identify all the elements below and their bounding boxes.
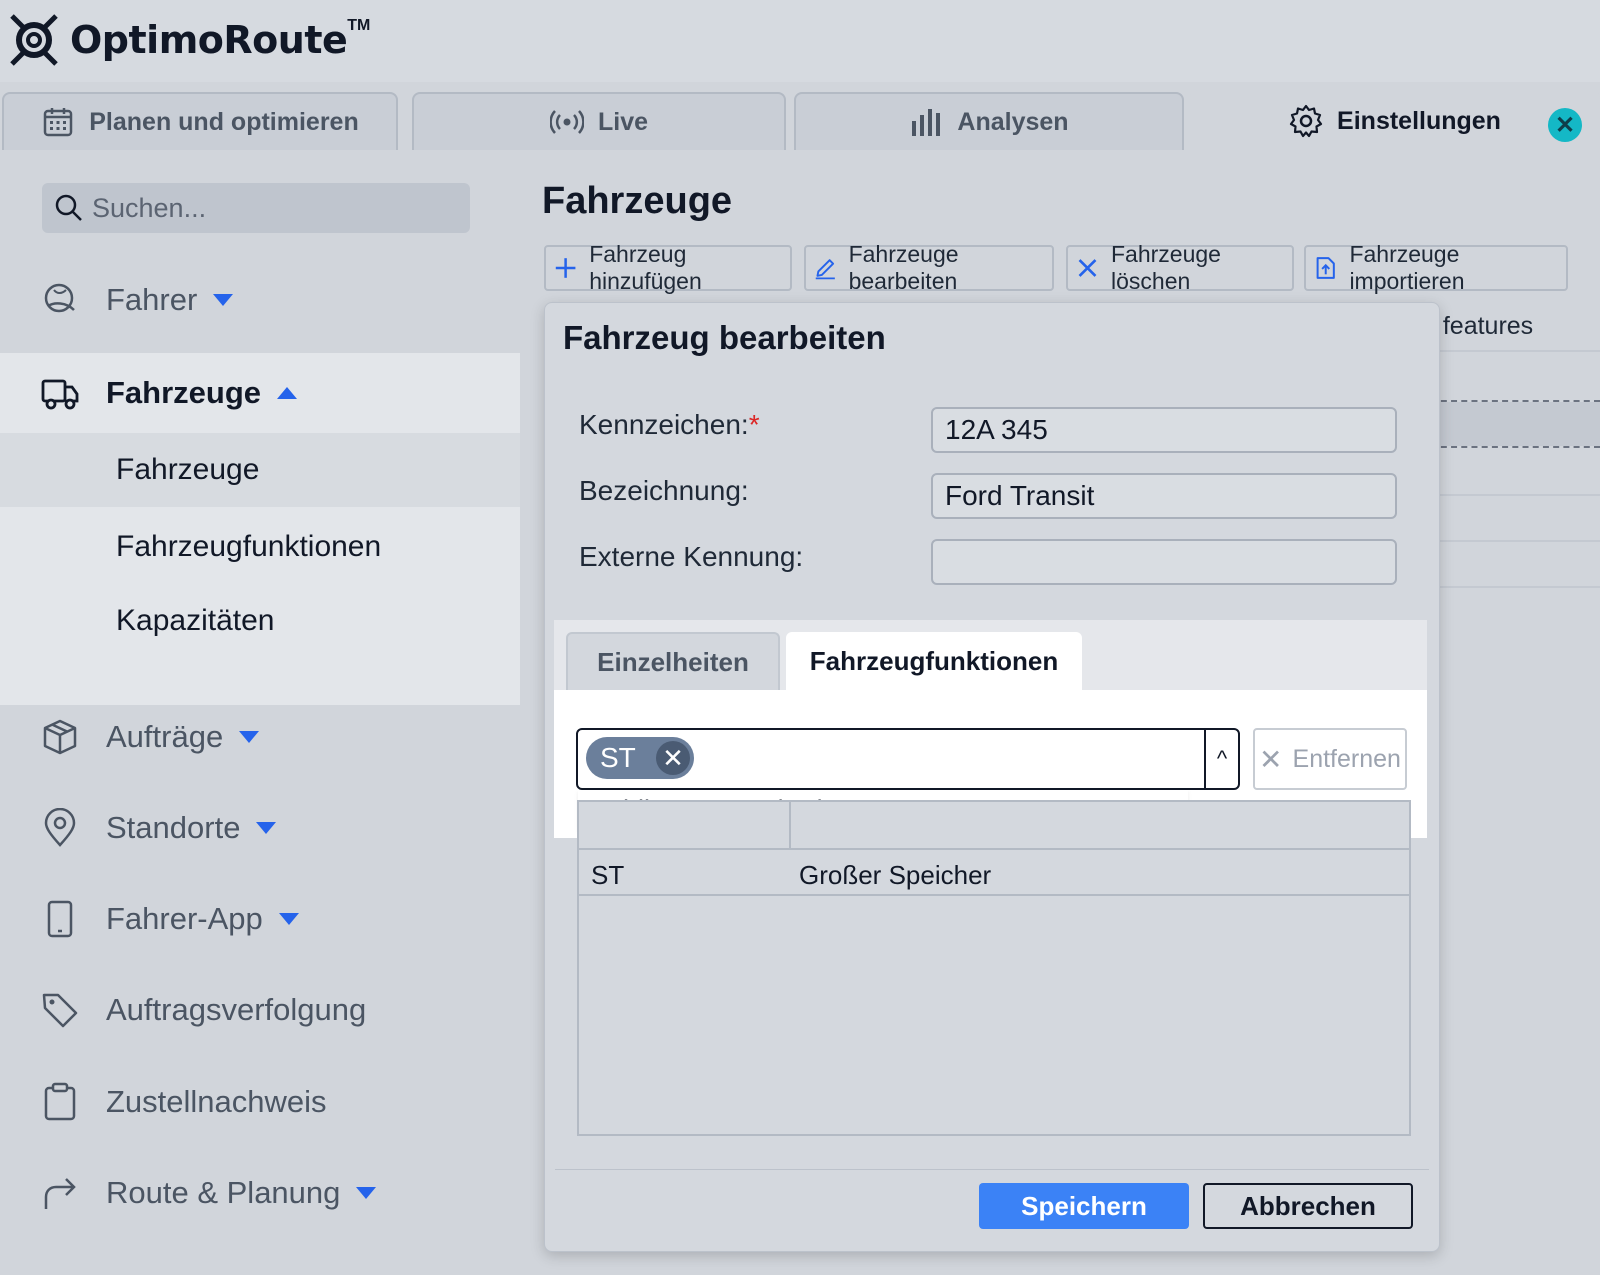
sidebar-group-fahrzeuge: Fahrzeuge Fahrzeuge Fahrzeugfunktionen K… bbox=[0, 353, 520, 705]
sidebar-item-label: Route & Planung bbox=[106, 1175, 341, 1210]
button-label: Fahrzeuge importieren bbox=[1349, 241, 1465, 294]
app-name: OptimoRoute bbox=[70, 18, 348, 62]
cancel-button[interactable]: Abbrechen bbox=[1203, 1183, 1413, 1229]
package-icon bbox=[43, 719, 77, 755]
cell-name: Großer Speicher bbox=[799, 860, 992, 890]
button-label: Fahrzeuge bearbeiten bbox=[848, 241, 959, 294]
close-icon: ✕ bbox=[1259, 743, 1283, 775]
tab-analysen[interactable]: Analysen bbox=[794, 92, 1184, 150]
plate-input[interactable] bbox=[931, 407, 1397, 453]
dialog-title: Fahrzeug bearbeiten bbox=[563, 319, 886, 356]
remove-button[interactable]: ✕ Entfernen bbox=[1253, 728, 1407, 790]
tab-live[interactable]: Live bbox=[412, 92, 786, 150]
pencil-icon bbox=[815, 259, 835, 280]
required-marker: * bbox=[748, 409, 760, 440]
sidebar-item-label: Aufträge bbox=[106, 719, 224, 754]
tab-planen[interactable]: Planen und optimieren bbox=[2, 92, 398, 150]
page-title: Fahrzeuge bbox=[542, 180, 733, 222]
sidebar-item-label: Auftragsverfolgung bbox=[106, 992, 367, 1027]
sidebar: Fahrer Fahrzeuge Fahrzeuge Fahrzeugfunkt… bbox=[0, 150, 520, 1275]
cell-code: ST bbox=[591, 860, 625, 890]
clipboard-icon bbox=[44, 1082, 76, 1121]
tab-label: Live bbox=[597, 107, 649, 136]
name-label: Bezeichnung: bbox=[579, 475, 749, 506]
sidebar-item-fahrer[interactable]: Fahrer bbox=[0, 265, 520, 335]
button-label: Fahrzeug hinzufügen bbox=[589, 241, 702, 294]
phone-icon bbox=[47, 900, 73, 938]
app-logo: OptimoRoute TM bbox=[6, 10, 370, 70]
sidebar-item-auftragsverfolgung[interactable]: Auftragsverfolgung bbox=[0, 975, 520, 1045]
sidebar-subitem-fahrzeuge[interactable]: Fahrzeuge bbox=[0, 433, 520, 507]
sidebar-subitem-kapazitaeten[interactable]: Kapazitäten bbox=[0, 584, 520, 658]
sidebar-item-label: Fahrer bbox=[106, 282, 198, 317]
chevron-down-icon bbox=[239, 731, 260, 743]
optimoroute-logo-icon bbox=[10, 14, 58, 66]
tab-label: Planen und optimieren bbox=[89, 107, 359, 136]
sidebar-item-label: Fahrer-App bbox=[106, 901, 263, 936]
column-divider bbox=[789, 802, 791, 848]
chevron-down-icon bbox=[256, 822, 277, 834]
truck-icon bbox=[41, 379, 79, 410]
plus-icon bbox=[555, 258, 576, 278]
tab-einzelheiten[interactable]: Einzelheiten bbox=[566, 632, 780, 690]
external-id-input[interactable] bbox=[931, 539, 1397, 585]
chip-remove-icon[interactable]: ✕ bbox=[656, 741, 690, 775]
add-vehicle-button[interactable]: Fahrzeug hinzufügen bbox=[544, 241, 792, 294]
external-id-label: Externe Kennung: bbox=[579, 541, 804, 572]
chevron-up-icon bbox=[277, 387, 298, 399]
table-row[interactable]: ST Großer Speicher bbox=[579, 848, 1409, 896]
plate-label-text: Kennzeichen: bbox=[579, 409, 749, 440]
sidebar-item-label: Standorte bbox=[106, 810, 241, 845]
trademark: TM bbox=[347, 17, 371, 34]
plate-label: Kennzeichen:* bbox=[579, 409, 760, 441]
sidebar-item-label: Fahrzeuge bbox=[106, 375, 262, 410]
calendar-icon bbox=[44, 108, 73, 137]
edit-vehicles-button[interactable]: Fahrzeuge bearbeiten bbox=[804, 241, 1054, 294]
tab-einstellungen[interactable]: Einstellungen ✕ bbox=[1190, 90, 1600, 150]
main-tabs: Planen und optimieren Live Analysen Eins… bbox=[0, 90, 1600, 150]
sidebar-item-auftraege[interactable]: Aufträge bbox=[0, 702, 520, 772]
tab-label: Einstellungen bbox=[1337, 106, 1501, 135]
chevron-down-icon bbox=[356, 1187, 377, 1199]
tab-fahrzeugfunktionen[interactable]: Fahrzeugfunktionen bbox=[786, 632, 1082, 690]
app-header: OptimoRoute TM bbox=[0, 0, 1600, 82]
edit-vehicle-dialog: Fahrzeug bearbeiten Kennzeichen:* Bezeic… bbox=[544, 302, 1440, 1252]
driver-icon bbox=[44, 283, 75, 313]
feature-multiselect[interactable]: ST ✕ ^ bbox=[576, 728, 1240, 790]
gear-icon bbox=[1289, 104, 1323, 138]
sidebar-item-standorte[interactable]: Standorte bbox=[0, 793, 520, 863]
sidebar-item-label: Zustellnachweis bbox=[106, 1084, 327, 1119]
bar-chart-icon bbox=[912, 109, 941, 136]
route-arrow-icon bbox=[44, 1178, 76, 1209]
broadcast-icon bbox=[549, 110, 584, 134]
sidebar-subitem-fahrzeugfunktionen[interactable]: Fahrzeugfunktionen bbox=[0, 510, 520, 584]
chevron-down-icon bbox=[213, 294, 234, 306]
chevron-up-icon[interactable]: ^ bbox=[1204, 730, 1238, 788]
sidebar-item-fahrzeuge[interactable]: Fahrzeuge bbox=[0, 358, 520, 428]
search-box bbox=[42, 183, 470, 233]
feature-chip: ST ✕ bbox=[586, 737, 694, 779]
close-icon bbox=[1078, 259, 1097, 277]
tab-label: Analysen bbox=[957, 107, 1069, 136]
button-label: Fahrzeuge löschen bbox=[1111, 241, 1221, 294]
chip-label: ST bbox=[600, 742, 636, 773]
upload-file-icon bbox=[1316, 257, 1335, 279]
sidebar-item-fahrer-app[interactable]: Fahrer-App bbox=[0, 884, 520, 954]
sidebar-item-zustellnachweis[interactable]: Zustellnachweis bbox=[0, 1067, 520, 1137]
delete-vehicles-button[interactable]: Fahrzeuge löschen bbox=[1066, 241, 1294, 294]
import-vehicles-button[interactable]: Fahrzeuge importieren bbox=[1304, 241, 1568, 294]
location-pin-icon bbox=[44, 808, 76, 847]
button-label: Entfernen bbox=[1292, 744, 1401, 773]
close-icon[interactable]: ✕ bbox=[1548, 108, 1582, 142]
search-icon bbox=[55, 194, 82, 221]
tag-icon bbox=[42, 993, 78, 1028]
chevron-down-icon bbox=[278, 913, 299, 925]
search-input[interactable] bbox=[92, 192, 452, 224]
sidebar-item-route-planung[interactable]: Route & Planung bbox=[0, 1158, 520, 1228]
divider bbox=[555, 1169, 1429, 1170]
name-input[interactable] bbox=[931, 473, 1397, 519]
features-table: ST Großer Speicher bbox=[577, 800, 1411, 1136]
save-button[interactable]: Speichern bbox=[979, 1183, 1189, 1229]
